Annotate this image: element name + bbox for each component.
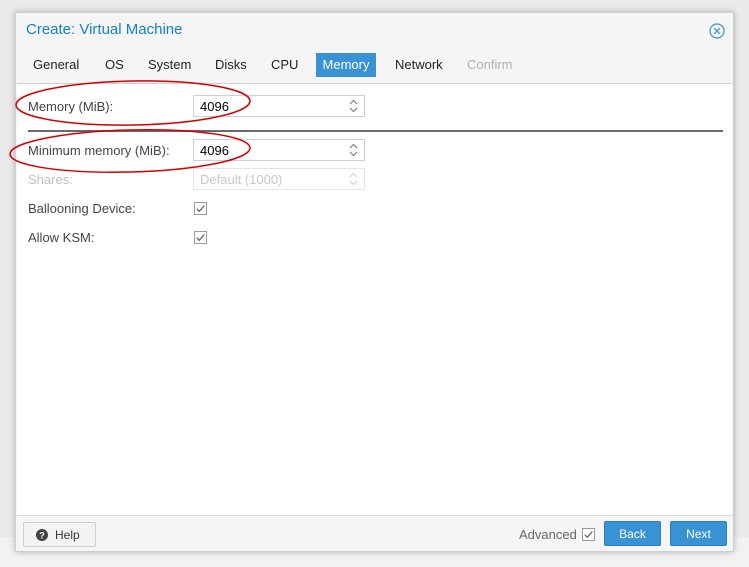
memory-label: Memory (MiB):	[28, 99, 114, 114]
svg-text:?: ?	[39, 530, 45, 540]
tab-disks[interactable]: Disks	[209, 53, 253, 77]
tab-os[interactable]: OS	[99, 53, 130, 77]
advanced-label: Advanced	[519, 527, 577, 542]
tab-memory[interactable]: Memory	[316, 53, 376, 77]
tab-general[interactable]: General	[27, 53, 85, 77]
dialog-footer: ? Help Advanced Back Next	[16, 515, 733, 551]
advanced-checkbox[interactable]	[582, 528, 595, 541]
next-button[interactable]: Next	[670, 521, 727, 546]
memory-spinner-field[interactable]: 4096	[193, 95, 365, 117]
title-bar: Create: Virtual Machine	[16, 13, 733, 47]
up-down-chevron-icon	[349, 171, 358, 187]
shares-label: Shares:	[28, 172, 73, 187]
checkmark-icon	[582, 528, 595, 541]
help-button[interactable]: ? Help	[23, 522, 96, 547]
ballooning-label: Ballooning Device:	[28, 201, 136, 216]
up-down-chevron-icon[interactable]	[349, 98, 358, 114]
checkmark-icon	[194, 231, 207, 244]
tab-system[interactable]: System	[142, 53, 197, 77]
minimum-memory-spinner-field[interactable]: 4096	[193, 139, 365, 161]
checkmark-icon	[194, 202, 207, 215]
minimum-memory-value: 4096	[200, 143, 229, 158]
help-button-label: Help	[55, 528, 80, 542]
ksm-checkbox[interactable]	[194, 231, 207, 244]
wizard-tabbar: General OS System Disks CPU Memory Netwo…	[16, 51, 733, 83]
minimum-memory-label: Minimum memory (MiB):	[28, 143, 170, 158]
tab-network[interactable]: Network	[389, 53, 449, 77]
shares-value: Default (1000)	[200, 172, 283, 187]
back-button[interactable]: Back	[604, 521, 661, 546]
dialog-title: Create: Virtual Machine	[26, 21, 183, 38]
close-icon[interactable]	[709, 23, 725, 39]
section-divider	[28, 130, 723, 132]
up-down-chevron-icon[interactable]	[349, 142, 358, 158]
ballooning-checkbox[interactable]	[194, 202, 207, 215]
memory-panel: Memory (MiB): 4096 Minimum memory (MiB):…	[17, 83, 732, 515]
question-circle-icon: ?	[36, 529, 48, 541]
create-vm-dialog: Create: Virtual Machine General OS Syste…	[15, 12, 734, 552]
tab-cpu[interactable]: CPU	[265, 53, 304, 77]
tab-confirm: Confirm	[467, 57, 513, 72]
ksm-label: Allow KSM:	[28, 230, 95, 245]
shares-spinner-field: Default (1000)	[193, 168, 365, 190]
memory-value: 4096	[200, 99, 229, 114]
